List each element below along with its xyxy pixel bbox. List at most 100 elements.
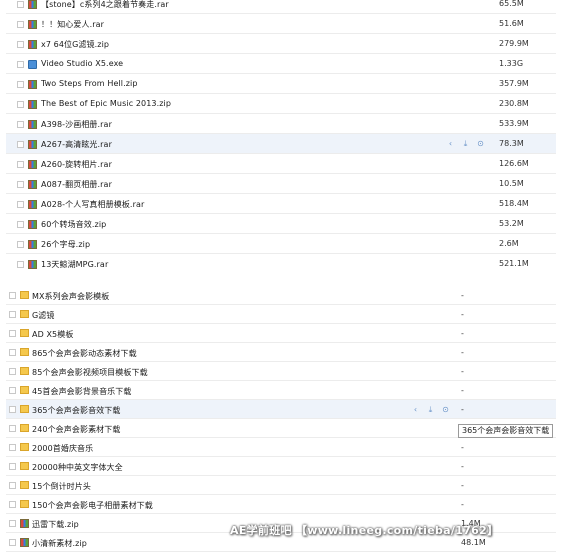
file-name[interactable]: 45首会声会影背景音乐下载 (32, 386, 131, 397)
file-row[interactable]: A398-沙画相册.rar 533.9M (6, 114, 556, 134)
row-checkbox[interactable] (9, 311, 16, 318)
row-checkbox[interactable] (17, 240, 24, 248)
row-checkbox[interactable] (17, 60, 24, 68)
file-name[interactable]: The Best of Epic Music 2013.zip (41, 99, 171, 108)
file-row[interactable]: 365个会声会影音效下载 ‹ ⤓ ⊙ - (6, 400, 556, 419)
row-checkbox[interactable] (9, 330, 16, 337)
row-checkbox[interactable] (9, 425, 16, 432)
row-checkbox[interactable] (17, 220, 24, 228)
file-row[interactable]: 865个会声会影动态素材下载 - (6, 343, 556, 362)
row-checkbox[interactable] (9, 501, 16, 508)
archive-icon (20, 538, 29, 547)
row-checkbox[interactable] (9, 292, 16, 299)
file-row[interactable]: Video Studio X5.exe 1.33G (6, 54, 556, 74)
row-checkbox[interactable] (17, 120, 24, 128)
file-name[interactable]: A260-旋转相片.rar (41, 159, 112, 170)
row-checkbox[interactable] (9, 406, 16, 413)
file-row[interactable]: G滤镜 - (6, 305, 556, 324)
file-size: 65.5M (499, 0, 524, 8)
file-name[interactable]: ！！知心爱人.rar (41, 19, 104, 30)
file-size: - (461, 290, 464, 300)
file-name[interactable]: 26个字母.zip (41, 239, 90, 250)
more-icon[interactable]: ⊙ (441, 405, 450, 415)
file-name[interactable]: 150个会声会影电子相册素材下载 (32, 500, 153, 511)
file-row[interactable]: 【stone】c系列4之跟着节奏走.rar 65.5M (6, 0, 556, 14)
file-name[interactable]: Video Studio X5.exe (41, 59, 123, 68)
row-actions: ‹ ⤓ ⊙ (446, 139, 485, 149)
row-checkbox[interactable] (17, 40, 24, 48)
file-row[interactable]: AD X5模板 - (6, 324, 556, 343)
file-size: 53.2M (499, 219, 524, 228)
file-size: - (461, 328, 464, 338)
file-row[interactable]: 85个会声会影视频项目模板下载 - (6, 362, 556, 381)
row-checkbox[interactable] (9, 539, 16, 546)
file-row[interactable]: 20000种中英文字体大全 - (6, 457, 556, 476)
file-name[interactable]: MX系列会声会影模板 (32, 291, 109, 302)
row-checkbox[interactable] (17, 20, 24, 28)
file-row[interactable]: The Best of Epic Music 2013.zip 230.8M (6, 94, 556, 114)
folder-icon (20, 367, 29, 375)
share-icon[interactable]: ‹ (411, 405, 420, 415)
row-checkbox[interactable] (9, 520, 16, 527)
file-row[interactable]: A260-旋转相片.rar 126.6M (6, 154, 556, 174)
archive-icon (28, 159, 37, 169)
file-row[interactable]: 150个会声会影电子相册素材下载 - (6, 495, 556, 514)
file-name[interactable]: Two Steps From Hell.zip (41, 79, 138, 88)
row-checkbox[interactable] (17, 200, 24, 208)
file-row[interactable]: x7 64位G滤镜.zip 279.9M (6, 34, 556, 54)
row-checkbox[interactable] (9, 349, 16, 356)
file-name[interactable]: 85个会声会影视频项目模板下载 (32, 367, 148, 378)
folder-icon (20, 462, 29, 470)
archive-icon (28, 39, 37, 49)
file-row[interactable]: A087-翻页相册.rar 10.5M (6, 174, 556, 194)
file-row[interactable]: 2000首婚庆音乐 - (6, 438, 556, 457)
file-name[interactable]: 15个倒计时片头 (32, 481, 91, 492)
row-checkbox[interactable] (17, 180, 24, 188)
file-row[interactable]: ！！知心爱人.rar 51.6M (6, 14, 556, 34)
row-checkbox[interactable] (17, 260, 24, 268)
row-checkbox[interactable] (17, 100, 24, 108)
file-name[interactable]: A398-沙画相册.rar (41, 119, 112, 130)
file-row[interactable]: 45首会声会影背景音乐下载 - (6, 381, 556, 400)
download-icon[interactable]: ⤓ (426, 405, 435, 415)
row-checkbox[interactable] (9, 368, 16, 375)
more-icon[interactable]: ⊙ (476, 139, 485, 149)
row-checkbox[interactable] (9, 444, 16, 451)
file-name[interactable]: G滤镜 (32, 310, 55, 321)
file-name[interactable]: 240个会声会影素材下载 (32, 424, 120, 435)
file-name[interactable]: 2000首婚庆音乐 (32, 443, 93, 454)
file-name[interactable]: 365个会声会影音效下载 (32, 405, 120, 416)
row-checkbox[interactable] (17, 160, 24, 168)
file-name[interactable]: 小清新素材.zip (32, 538, 87, 549)
file-size: 518.4M (499, 199, 529, 208)
file-name[interactable]: 865个会声会影动态素材下载 (32, 348, 137, 359)
file-size: - (461, 366, 464, 376)
file-row[interactable]: A028-个人写真相册模板.rar 518.4M (6, 194, 556, 214)
file-name[interactable]: 【stone】c系列4之跟着节奏走.rar (41, 0, 169, 10)
file-row[interactable]: Two Steps From Hell.zip 357.9M (6, 74, 556, 94)
file-name[interactable]: 20000种中英文字体大全 (32, 462, 123, 473)
file-row[interactable]: MX系列会声会影模板 - (6, 286, 556, 305)
row-checkbox[interactable] (9, 387, 16, 394)
row-checkbox[interactable] (17, 140, 24, 148)
file-name[interactable]: A267-高清眩光.rar (41, 139, 112, 150)
file-row[interactable]: A267-高清眩光.rar ‹ ⤓ ⊙ 78.3M (6, 134, 556, 154)
file-row[interactable]: 13天鲸湖MPG.rar 521.1M (6, 254, 556, 274)
row-checkbox[interactable] (9, 482, 16, 489)
file-name[interactable]: x7 64位G滤镜.zip (41, 39, 109, 50)
file-row[interactable]: 60个转场音效.zip 53.2M (6, 214, 556, 234)
file-name[interactable]: 迅雷下载.zip (32, 519, 79, 530)
file-name[interactable]: 60个转场音效.zip (41, 219, 106, 230)
file-row[interactable]: 26个字母.zip 2.6M (6, 234, 556, 254)
file-name[interactable]: 13天鲸湖MPG.rar (41, 259, 108, 270)
download-icon[interactable]: ⤓ (461, 139, 470, 149)
file-name[interactable]: AD X5模板 (32, 329, 73, 340)
row-checkbox[interactable] (17, 0, 24, 8)
file-name[interactable]: A028-个人写真相册模板.rar (41, 199, 144, 210)
share-icon[interactable]: ‹ (446, 139, 455, 149)
row-checkbox[interactable] (17, 80, 24, 88)
file-name[interactable]: A087-翻页相册.rar (41, 179, 112, 190)
file-row[interactable]: 15个倒计时片头 - (6, 476, 556, 495)
panel-gap (0, 273, 562, 286)
row-checkbox[interactable] (9, 463, 16, 470)
